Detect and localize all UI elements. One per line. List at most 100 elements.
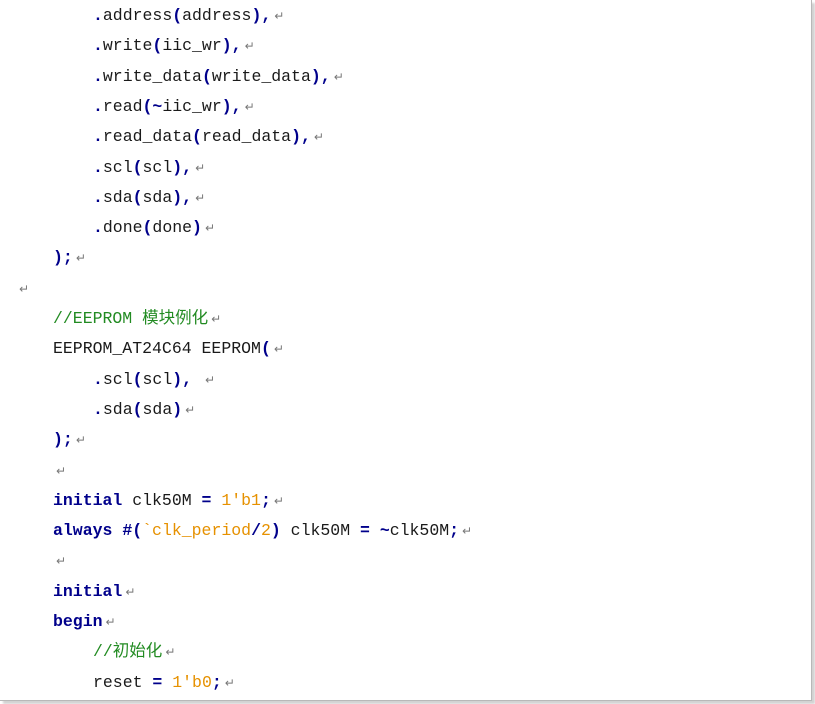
- code-token: `clk_period: [142, 521, 252, 541]
- paragraph-return-icon: ↵: [204, 372, 216, 387]
- code-comment: //初始化: [93, 642, 163, 662]
- code-token: begin: [53, 612, 103, 631]
- code-line: ↵: [53, 550, 66, 572]
- document-frame: .address(address), ↵ .write(iic_wr), ↵ .writ…: [0, 0, 812, 701]
- paragraph-return-icon: ↵: [204, 221, 215, 236]
- code-token: (: [132, 369, 143, 389]
- code-line: .write_data(write_data), ↵: [93, 66, 344, 88]
- code-token: (: [142, 96, 153, 116]
- code-token: ,: [261, 6, 272, 25]
- code-line: //EEPROM 模块例化 ↵: [53, 308, 221, 330]
- code-line: ); ↵: [53, 247, 86, 269]
- code-token: initial: [53, 490, 123, 510]
- code-token: (: [172, 6, 183, 25]
- code-token: ): [221, 36, 232, 56]
- code-token: done: [102, 218, 143, 238]
- code-token: (: [132, 187, 143, 207]
- code-token: sda: [102, 187, 133, 207]
- code-token: reset: [93, 672, 153, 692]
- code-token: read_data: [102, 127, 193, 147]
- code-line: ↵: [16, 278, 29, 300]
- code-line: reset = 1'b0; ↵: [93, 672, 235, 694]
- code-token: /: [251, 521, 261, 541]
- paragraph-return-icon: ↵: [273, 493, 284, 508]
- code-token: ): [53, 430, 63, 450]
- code-token: always: [53, 521, 113, 541]
- code-line: .sda(sda) ↵: [93, 399, 195, 421]
- code-token: ,: [231, 96, 242, 116]
- code-token: clk50M: [280, 521, 360, 541]
- code-line: always #(`clk_period/2) clk50M = ~clk50M…: [53, 520, 472, 542]
- code-token: ;: [62, 430, 73, 450]
- paragraph-return-icon: ↵: [75, 251, 86, 266]
- code-token: ,: [182, 369, 193, 389]
- code-line: .address(address), ↵: [93, 5, 284, 27]
- code-token: (: [142, 218, 153, 238]
- code-token: EEPROM_AT24C64 EEPROM: [53, 339, 261, 359]
- code-token: read_data: [201, 127, 292, 147]
- code-token: write: [102, 36, 153, 56]
- code-token: sda: [142, 399, 173, 419]
- paragraph-return-icon: ↵: [19, 281, 30, 296]
- code-token: ,: [320, 66, 331, 86]
- code-line: initial clk50M = 1'b1; ↵: [53, 490, 284, 512]
- code-token: ): [310, 66, 321, 86]
- paragraph-return-icon: ↵: [185, 402, 196, 417]
- code-token: read: [102, 96, 143, 116]
- code-line: .write(iic_wr), ↵: [93, 35, 255, 57]
- paragraph-return-icon: ↵: [313, 130, 324, 145]
- code-token: ;: [260, 490, 271, 510]
- code-token: ;: [211, 672, 222, 692]
- code-line: begin ↵: [53, 611, 116, 633]
- paragraph-return-icon: ↵: [195, 160, 206, 175]
- code-token: .: [93, 399, 103, 419]
- code-token: (: [132, 157, 143, 177]
- code-token: write_data: [211, 66, 311, 86]
- code-token: .: [93, 127, 103, 147]
- code-token: sda: [142, 187, 173, 207]
- code-token: 1'b0: [172, 672, 212, 692]
- code-token: (: [132, 399, 143, 419]
- paragraph-return-icon: ↵: [195, 190, 206, 205]
- code-token: sda: [102, 399, 133, 419]
- code-line: .read(~iic_wr), ↵: [93, 96, 255, 118]
- code-token: ): [221, 96, 232, 116]
- code-token: .: [93, 96, 103, 116]
- code-token: scl: [102, 157, 133, 177]
- code-token: (: [132, 521, 143, 541]
- code-token: ): [291, 127, 301, 147]
- paragraph-return-icon: ↵: [56, 554, 67, 569]
- code-token: ,: [182, 187, 193, 207]
- paragraph-return-icon: ↵: [211, 312, 222, 326]
- paragraph-return-icon: ↵: [244, 39, 255, 54]
- code-token: .: [93, 369, 103, 389]
- code-comment: //EEPROM 模块例化: [53, 309, 209, 328]
- code-token: ~: [379, 521, 390, 541]
- code-token: .: [93, 187, 103, 207]
- code-token: ): [270, 521, 281, 541]
- code-token: =: [360, 521, 370, 541]
- code-token: clk50M: [122, 490, 202, 510]
- code-token: ,: [182, 157, 193, 177]
- code-token: ,: [231, 36, 242, 56]
- code-token: clk50M: [389, 521, 450, 541]
- code-line: ↵: [53, 460, 66, 482]
- code-token: (: [152, 36, 163, 56]
- code-token: 1'b1: [221, 490, 261, 510]
- code-line: .scl(scl), ↵: [93, 369, 215, 391]
- paragraph-return-icon: ↵: [165, 645, 176, 660]
- code-token: ;: [449, 521, 460, 541]
- code-token: ): [172, 399, 183, 419]
- code-token: (: [192, 127, 202, 147]
- code-token: done: [152, 218, 193, 238]
- code-token: scl: [102, 369, 133, 389]
- code-token: #: [122, 521, 133, 541]
- paragraph-return-icon: ↵: [273, 342, 284, 357]
- code-token: ): [192, 218, 202, 238]
- paragraph-return-icon: ↵: [105, 615, 116, 629]
